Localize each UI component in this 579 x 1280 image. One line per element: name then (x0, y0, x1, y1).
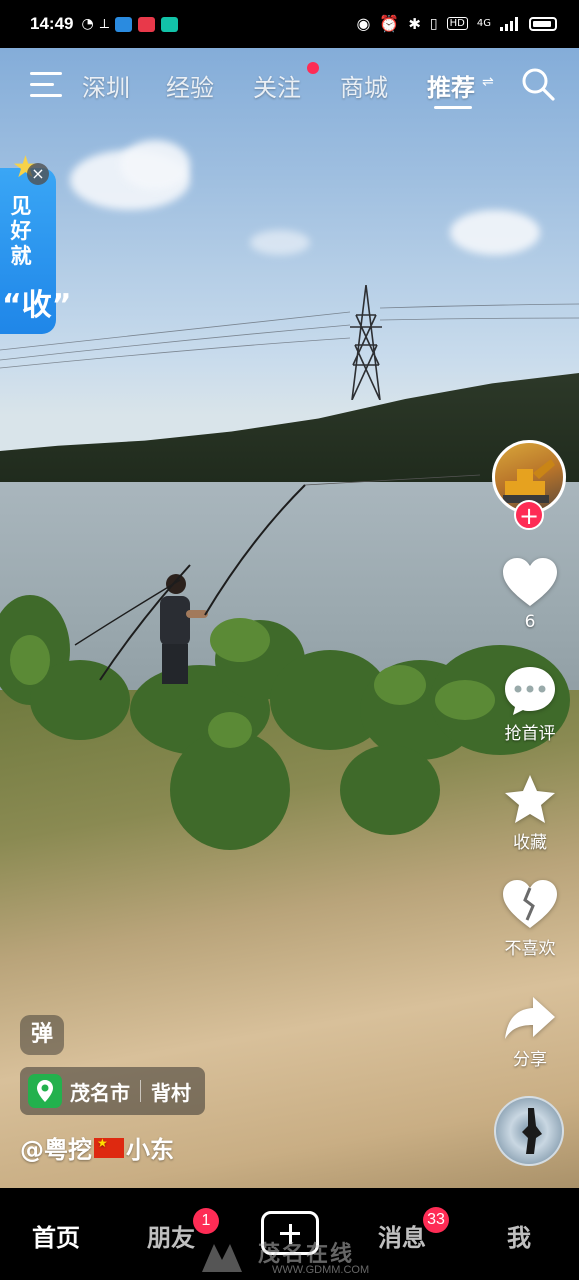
location-city: 茂名市 (70, 1080, 130, 1105)
cloud (250, 230, 310, 255)
power-lines-image (0, 303, 579, 369)
nav-friends[interactable]: 朋友 (147, 1218, 195, 1253)
location-pin-icon (28, 1074, 62, 1108)
menu-icon[interactable] (30, 72, 62, 98)
signal-label: 4G (476, 18, 491, 29)
watermark-logo-icon (202, 1244, 242, 1272)
music-cover-icon (522, 1108, 542, 1154)
top-nav: 深圳 经验 关注 商城 推荐 ⇌ (0, 60, 579, 110)
promo-close-icon[interactable]: × (27, 163, 49, 185)
bluetooth-icon: ✱ (408, 14, 421, 33)
music-disc[interactable] (494, 1096, 564, 1166)
tab-recommend[interactable]: 推荐 (427, 68, 475, 103)
cloud (450, 210, 540, 255)
search-icon[interactable] (520, 66, 556, 102)
location-tag[interactable]: 茂名市 背村 (20, 1067, 205, 1115)
sync-icon: ◔ (81, 16, 94, 32)
eye-icon: ◉ (356, 14, 371, 33)
location-divider (140, 1080, 141, 1102)
author-prefix: @粤挖 (20, 1136, 92, 1164)
cloud (120, 140, 190, 190)
favorite-button[interactable]: 收藏 (490, 774, 570, 853)
promo-big-text: “收” (2, 288, 72, 323)
switch-arrows-icon[interactable]: ⇌ (482, 74, 494, 90)
tab-shenzhen[interactable]: 深圳 (82, 68, 130, 103)
friends-badge: 1 (193, 1208, 219, 1234)
messages-badge: 33 (423, 1207, 449, 1233)
dislike-button[interactable]: 不喜欢 (490, 880, 570, 959)
share-label: 分享 (513, 1050, 547, 1070)
tab-mall[interactable]: 商城 (340, 68, 388, 103)
status-bar: 14:49 ◔ ⟂ ◉ ⏰ ✱ ▯ HD 4G (0, 0, 579, 48)
signal-icon (500, 16, 518, 31)
active-tab-indicator (434, 106, 472, 109)
like-count: 6 (524, 612, 536, 632)
share-arrow-icon (505, 997, 555, 1039)
nav-home[interactable]: 首页 (32, 1218, 80, 1253)
heart-icon (503, 558, 557, 606)
china-flag-icon (94, 1136, 124, 1158)
alarm-icon: ⏰ (379, 14, 400, 33)
promo-banner[interactable]: 见好就 “收” (0, 168, 71, 334)
app-notification-icon (115, 16, 133, 32)
follow-button[interactable]: + (514, 500, 544, 530)
promo-text: 见好就 (10, 194, 32, 268)
following-notification-dot (307, 62, 319, 74)
app-notification-icon (138, 16, 156, 32)
comment-button[interactable]: 抢首评 (490, 665, 570, 744)
tab-experience[interactable]: 经验 (166, 68, 214, 103)
status-time: 14:49 (30, 14, 74, 33)
vibrate-icon: ▯ (429, 15, 438, 32)
favorite-label: 收藏 (513, 833, 547, 853)
broken-heart-icon (503, 880, 557, 928)
hd-label: HD (446, 17, 468, 30)
boss-app-icon (161, 16, 179, 32)
author-suffix: 小东 (126, 1136, 174, 1164)
location-place: 背村 (151, 1080, 191, 1105)
battery-icon (529, 16, 557, 31)
watermark: 茂名在线 WWW.GDMM.COM (200, 1236, 400, 1280)
author-name[interactable]: @粤挖 小东 (20, 1130, 174, 1165)
comment-icon (505, 667, 555, 715)
watermark-url: WWW.GDMM.COM (272, 1264, 370, 1276)
danmu-toggle-button[interactable]: 弹 (20, 1015, 64, 1055)
comment-label: 抢首评 (504, 724, 556, 744)
tab-following[interactable]: 关注 (253, 68, 301, 103)
dislike-label: 不喜欢 (504, 939, 556, 959)
share-button[interactable]: 分享 (490, 995, 570, 1070)
link-icon: ⟂ (99, 16, 110, 32)
star-icon (505, 775, 555, 823)
nav-me[interactable]: 我 (507, 1218, 531, 1253)
like-button[interactable]: 6 (490, 558, 570, 632)
